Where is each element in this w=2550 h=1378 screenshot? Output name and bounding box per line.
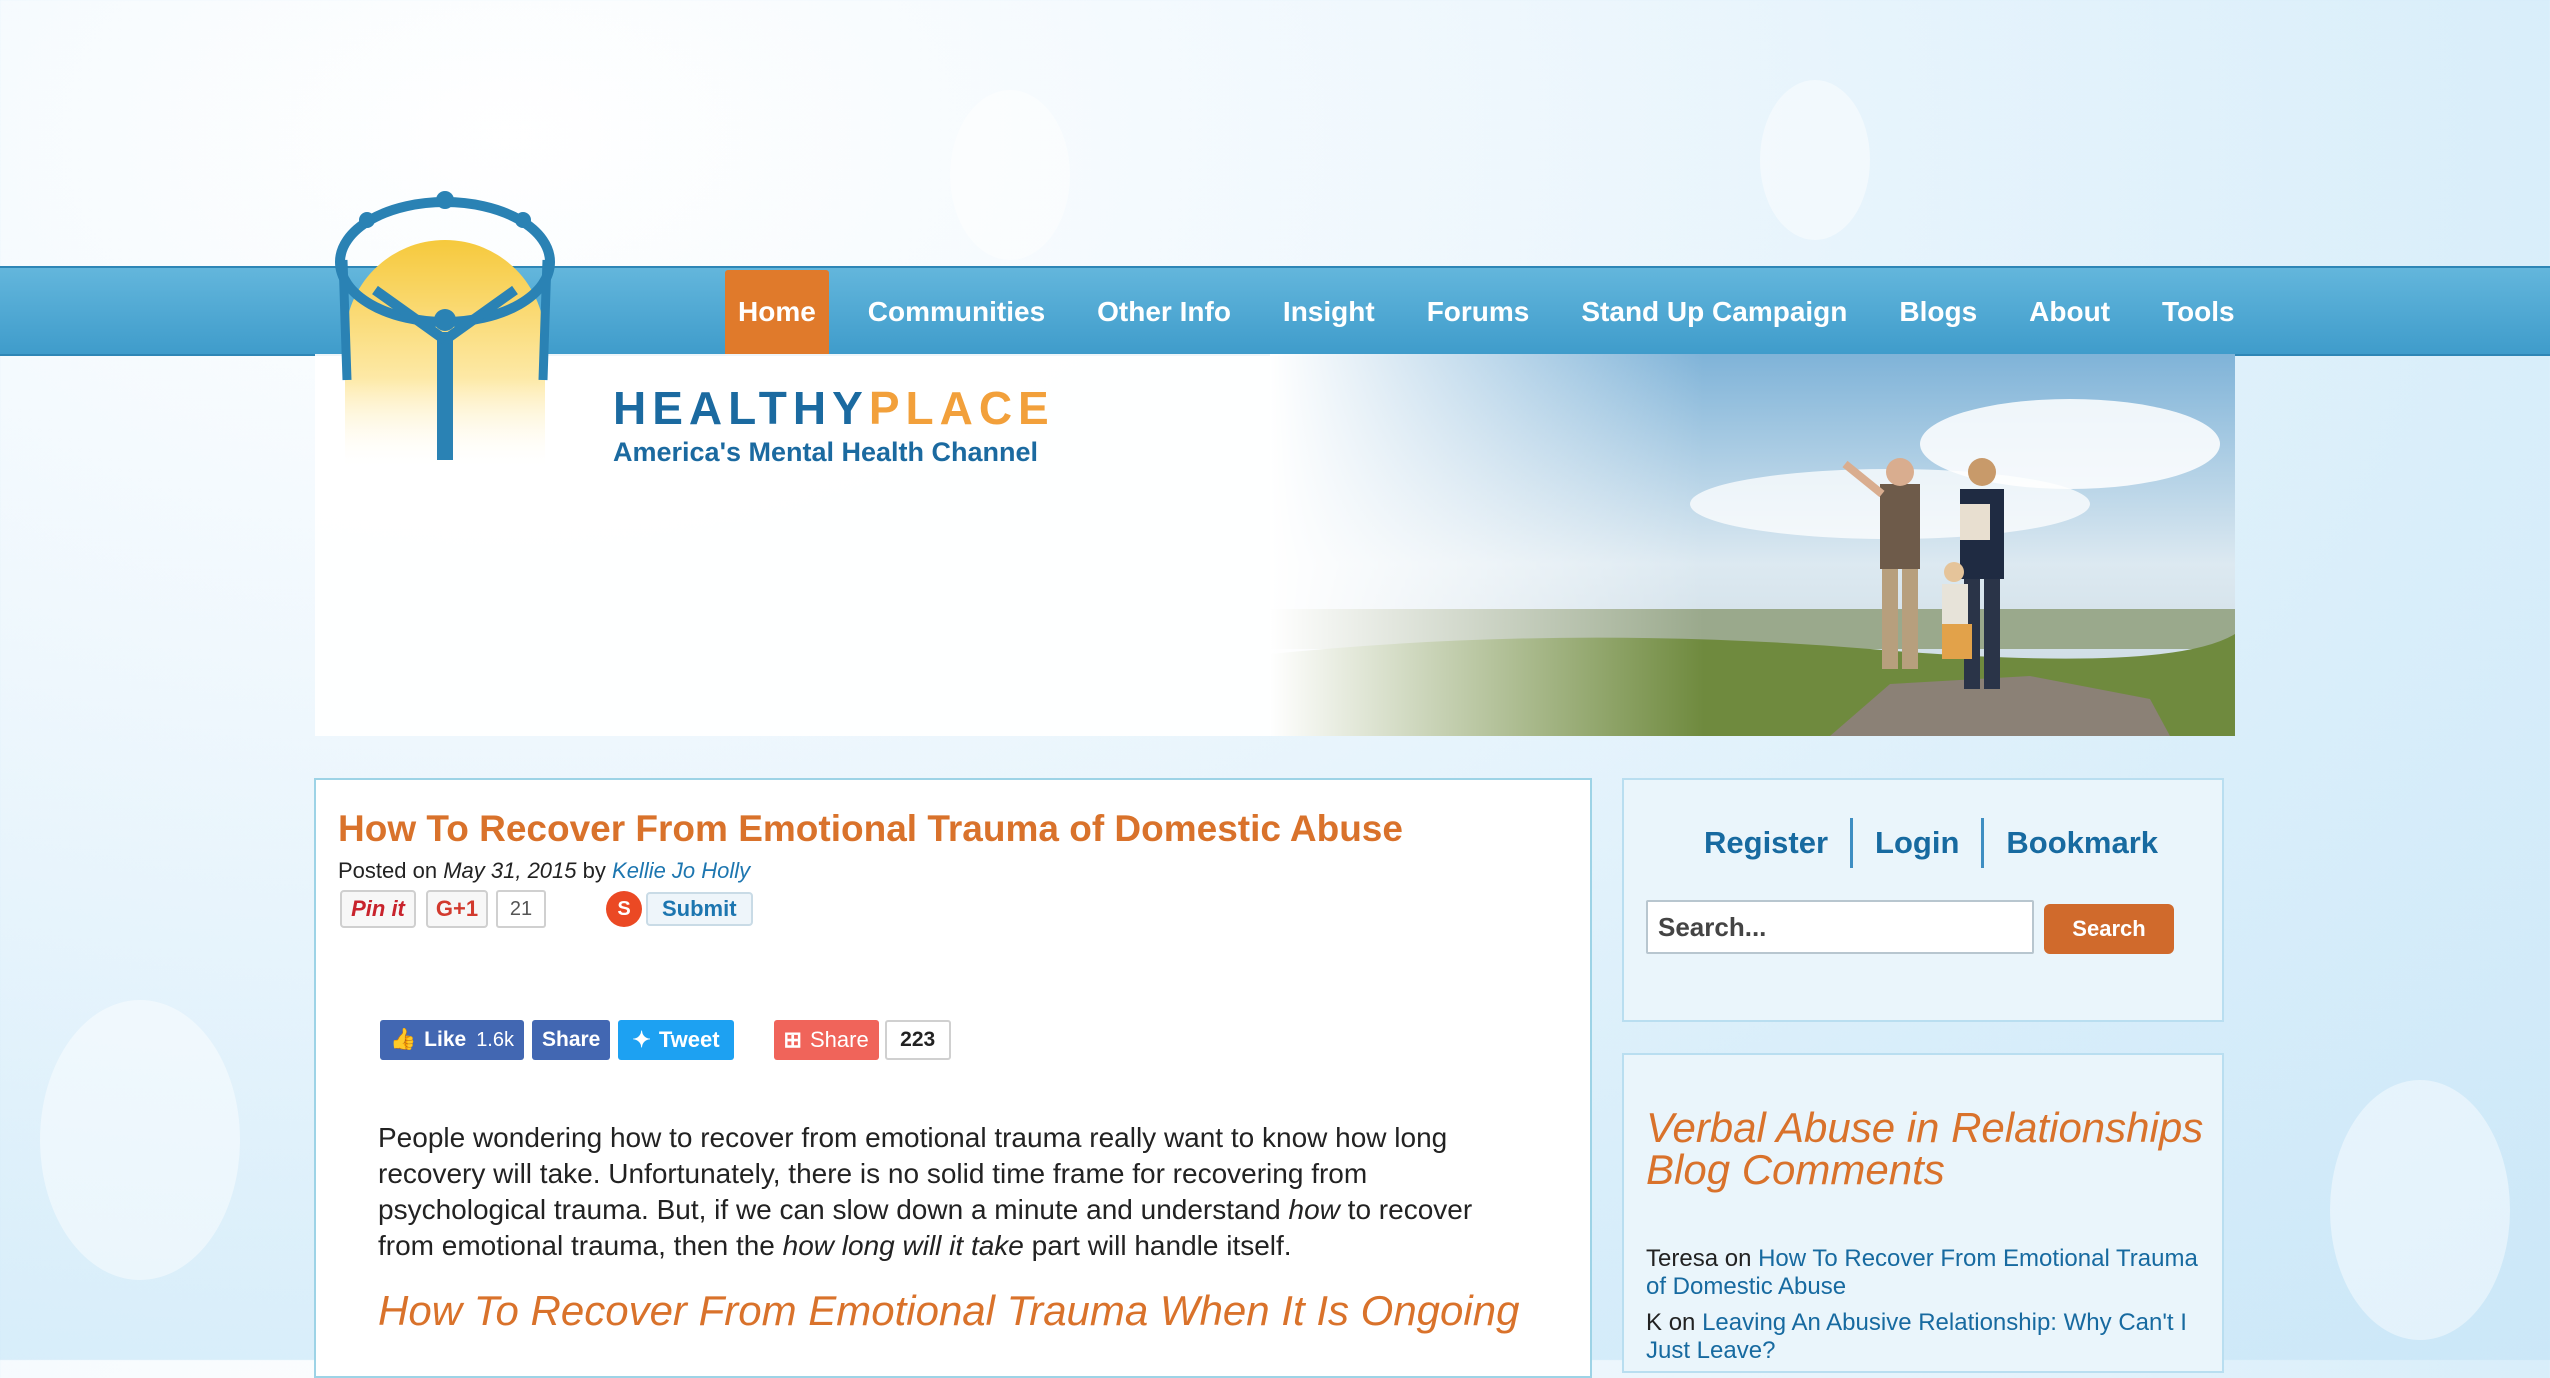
- main-navigation: Home Communities Other Info Insight Foru…: [725, 270, 2261, 354]
- login-link[interactable]: Login: [1853, 818, 1981, 868]
- brand-tagline: America's Mental Health Channel: [613, 437, 1039, 467]
- intro-text: part will handle itself.: [1023, 1230, 1292, 1261]
- intro-emphasis: how long will it take: [782, 1230, 1024, 1261]
- facebook-like-button[interactable]: 👍 Like 1.6k: [380, 1020, 524, 1060]
- nav-item-communities[interactable]: Communities: [842, 270, 1071, 354]
- intro-emphasis: how: [1288, 1194, 1340, 1225]
- account-links: Register Login Bookmark: [1682, 818, 2180, 868]
- comment-item: Teresa on How To Recover From Emotional …: [1646, 1245, 2211, 1301]
- brand-name-place: PLACE: [868, 382, 1055, 434]
- nav-item-other-info[interactable]: Other Info: [1071, 270, 1257, 354]
- addthis-share-label: Share: [809, 1027, 869, 1052]
- share-row-top: Pin it G+1 21 S Submit: [340, 890, 753, 928]
- nav-item-forums[interactable]: Forums: [1401, 270, 1556, 354]
- plus-icon: ⊞: [783, 1027, 802, 1052]
- comment-item: K on Leaving An Abusive Relationship: Wh…: [1646, 1309, 2211, 1365]
- brand-name: HEALTHYPLACE: [613, 385, 1055, 431]
- addthis-share-count: 223: [884, 1020, 951, 1060]
- bokeh-decoration: [40, 1000, 240, 1280]
- register-link[interactable]: Register: [1682, 818, 1850, 868]
- recent-comments-list: Teresa on How To Recover From Emotional …: [1646, 1245, 2211, 1373]
- addthis-share-button[interactable]: ⊞ Share: [773, 1020, 879, 1060]
- article-intro-paragraph: People wondering how to recover from emo…: [378, 1120, 1528, 1264]
- pinterest-pinit-button[interactable]: Pin it: [340, 890, 416, 928]
- facebook-like-count: 1.6k: [476, 1028, 514, 1051]
- article-title[interactable]: How To Recover From Emotional Trauma of …: [338, 808, 1403, 850]
- by-label: by: [582, 858, 606, 883]
- blog-comments-title[interactable]: Verbal Abuse in Relationships Blog Comme…: [1646, 1107, 2206, 1191]
- comment-post-link[interactable]: Leaving An Abusive Relationship: Why Can…: [1646, 1309, 2187, 1364]
- tweet-label: Tweet: [658, 1027, 720, 1052]
- brand-wordmark: HEALTHYPLACE America's Mental Health Cha…: [613, 385, 1055, 468]
- google-plus-button[interactable]: G+1: [426, 890, 488, 928]
- twitter-bird-icon: ✦: [632, 1027, 651, 1052]
- facebook-like-label: Like: [424, 1028, 467, 1051]
- nav-item-about[interactable]: About: [2003, 270, 2136, 354]
- nav-item-stand-up-campaign[interactable]: Stand Up Campaign: [1555, 270, 1873, 354]
- share-row-bottom: 👍 Like 1.6k Share ✦ Tweet ⊞ Share 223: [380, 1020, 951, 1060]
- twitter-tweet-button[interactable]: ✦ Tweet: [618, 1020, 734, 1060]
- hero-image: [1270, 354, 2235, 736]
- facebook-share-button[interactable]: Share: [532, 1020, 611, 1060]
- post-date: May 31, 2015: [443, 858, 577, 883]
- article-subheading: How To Recover From Emotional Trauma Whe…: [378, 1287, 1520, 1334]
- article-panel: How To Recover From Emotional Trauma of …: [314, 778, 1592, 1378]
- comment-on: on: [1724, 1245, 1752, 1272]
- nav-item-insight[interactable]: Insight: [1257, 270, 1401, 354]
- sidebar-blog-comments: Verbal Abuse in Relationships Blog Comme…: [1622, 1053, 2224, 1373]
- nav-item-home[interactable]: Home: [725, 270, 829, 354]
- bokeh-decoration: [2330, 1080, 2510, 1340]
- comment-author: Teresa: [1646, 1245, 1719, 1272]
- comment-author: K: [1646, 1309, 1663, 1336]
- thumbs-up-icon: 👍: [390, 1028, 417, 1051]
- healthyplace-logo[interactable]: [325, 190, 570, 470]
- search-input[interactable]: [1646, 900, 2034, 954]
- author-link[interactable]: Kellie Jo Holly: [612, 858, 750, 883]
- comment-on: on: [1668, 1309, 1696, 1336]
- article-meta: Posted on May 31, 2015 by Kellie Jo Holl…: [338, 858, 750, 884]
- nav-item-tools[interactable]: Tools: [2136, 270, 2261, 354]
- intro-text: People wondering how to recover from emo…: [378, 1122, 1448, 1225]
- stumbleupon-submit-button[interactable]: Submit: [646, 892, 753, 926]
- bokeh-decoration: [1760, 80, 1870, 240]
- posted-prefix: Posted on: [338, 858, 438, 883]
- brand-name-healthy: HEALTHY: [613, 382, 869, 434]
- stumbleupon-icon[interactable]: S: [606, 891, 642, 927]
- sidebar-account-search: Register Login Bookmark Search: [1622, 778, 2224, 1022]
- search-button[interactable]: Search: [2044, 904, 2174, 954]
- bookmark-link[interactable]: Bookmark: [1984, 818, 2180, 868]
- nav-item-blogs[interactable]: Blogs: [1873, 270, 2003, 354]
- bokeh-decoration: [950, 90, 1070, 260]
- google-plus-count: 21: [496, 890, 546, 928]
